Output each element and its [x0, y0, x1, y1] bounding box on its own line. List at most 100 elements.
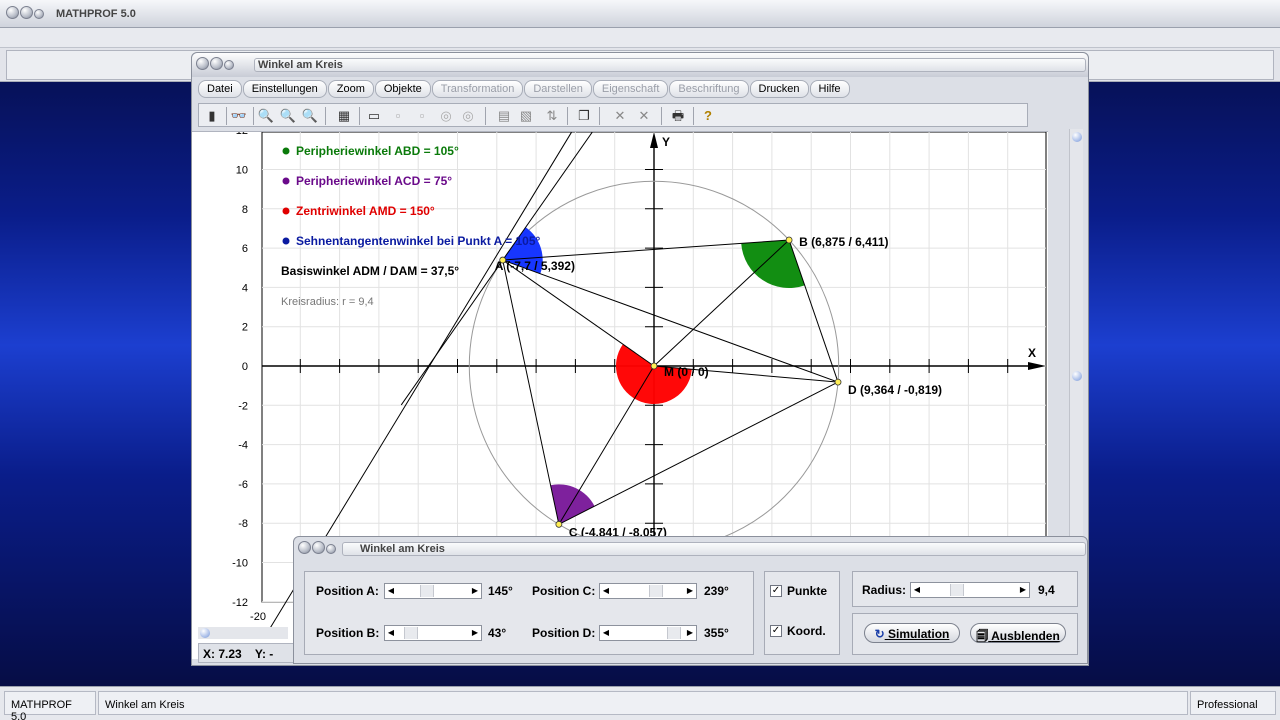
posD-label: Position D:	[532, 626, 596, 640]
image-icon[interactable]: ▧	[517, 107, 535, 125]
glasses-icon[interactable]: 👓	[230, 107, 248, 125]
zoom-in-icon[interactable]: 🔍	[301, 107, 319, 125]
y-ticklabel: 8	[242, 204, 248, 216]
legend-entry: Zentriwinkel AMD = 150°	[296, 204, 435, 218]
point-label-a: A (-7,7 / 5,392)	[495, 259, 575, 273]
app-menuband	[0, 28, 1280, 48]
y-ticklabel: 10	[236, 165, 248, 177]
simulation-label: Simulation	[888, 627, 950, 641]
slider-left-arrow-icon[interactable]: ◀	[600, 584, 612, 598]
menu-item-hilfe[interactable]: Hilfe	[809, 80, 850, 98]
y-ticklabel: 2	[242, 322, 248, 334]
menu-item-objekte[interactable]: Objekte	[374, 80, 431, 98]
slider-right-arrow-icon[interactable]: ▶	[1017, 583, 1029, 597]
posC-slider[interactable]: ◀ ▶	[599, 583, 697, 599]
simulation-button[interactable]: ↻ Simulation	[864, 623, 960, 643]
cross1-icon[interactable]: ✕	[611, 107, 629, 125]
maximize-orb-icon[interactable]	[326, 544, 336, 554]
punkte-label: Punkte	[787, 584, 828, 598]
menu-item-einstellungen[interactable]: Einstellungen	[242, 80, 327, 98]
dialog-controls[interactable]	[298, 541, 337, 557]
close-orb-icon[interactable]	[196, 57, 209, 70]
posD-value: 355°	[704, 626, 729, 640]
zoom-reset-icon[interactable]: 🔍	[279, 107, 297, 125]
vertical-scrollbar[interactable]	[1069, 129, 1083, 589]
y-ticklabel: -10	[232, 558, 248, 570]
y-ticklabel: -8	[238, 518, 248, 530]
hscroll-orb[interactable]	[200, 628, 210, 638]
slider-right-arrow-icon[interactable]: ▶	[469, 584, 481, 598]
scroll-thumb[interactable]	[1072, 371, 1082, 381]
slider-right-arrow-icon[interactable]: ▶	[684, 626, 696, 640]
posA-label: Position A:	[316, 584, 379, 598]
menu-item-datei[interactable]: Datei	[198, 80, 242, 98]
status-app: MATHPROF 5.0	[4, 691, 96, 720]
posA-slider[interactable]: ◀ ▶	[384, 583, 482, 599]
slider-left-arrow-icon[interactable]: ◀	[600, 626, 612, 640]
radius-value: 9,4	[1038, 583, 1055, 597]
menu-item-eigenschaft[interactable]: Eigenschaft	[592, 80, 669, 98]
window-titlebar[interactable]: Winkel am Kreis	[192, 53, 1088, 77]
posD-slider[interactable]: ◀ ▶	[599, 625, 697, 641]
print-icon[interactable]: 🖶	[669, 107, 687, 125]
target2-icon[interactable]: ◎	[459, 107, 477, 125]
window-icon[interactable]: ▭	[365, 107, 383, 125]
menu-item-zoom[interactable]: Zoom	[327, 80, 374, 98]
slider-thumb[interactable]	[419, 585, 434, 597]
slider-left-arrow-icon[interactable]: ◀	[385, 584, 397, 598]
minimize-orb-icon[interactable]	[210, 57, 223, 70]
legend-entry: Peripheriewinkel ABD = 105°	[296, 144, 459, 158]
slider-thumb[interactable]	[950, 584, 965, 596]
copy-icon[interactable]: ❐	[575, 107, 593, 125]
close-orb-icon[interactable]	[298, 541, 311, 554]
y-ticklabel: -12	[232, 597, 248, 609]
posB-slider[interactable]: ◀ ▶	[384, 625, 482, 641]
legend-entry: Peripheriewinkel ACD = 75°	[296, 174, 452, 188]
app-titlebar: MATHPROF 5.0	[0, 0, 1280, 28]
dialog-title: Winkel am Kreis	[360, 543, 445, 555]
cross2-icon[interactable]: ✕	[635, 107, 653, 125]
slider-thumb[interactable]	[667, 627, 682, 639]
device-icon[interactable]: ▮	[203, 107, 221, 125]
y-ticklabel: 0	[242, 361, 248, 373]
refresh-icon: ↻	[874, 627, 885, 641]
point-label-d: D (9,364 / -0,819)	[848, 383, 942, 397]
menu-item-transformation[interactable]: Transformation	[431, 80, 524, 98]
radius-slider[interactable]: ◀ ▶	[910, 582, 1030, 598]
ausblenden-button[interactable]: 🗐 Ausblenden	[970, 623, 1066, 643]
legend-marker	[282, 207, 290, 215]
minimize-orb-icon[interactable]	[20, 6, 33, 19]
close-orb-icon[interactable]	[6, 6, 19, 19]
maximize-orb-icon[interactable]	[224, 60, 234, 70]
slider-right-arrow-icon[interactable]: ▶	[684, 584, 696, 598]
horizontal-scrollbar[interactable]	[198, 627, 288, 639]
minimize-orb-icon[interactable]	[312, 541, 325, 554]
status-bar: MATHPROF 5.0 Winkel am Kreis Professiona…	[0, 686, 1280, 720]
coord-y: Y: -	[254, 647, 274, 661]
point-label-m: M (0 / 0)	[664, 365, 709, 379]
slider-left-arrow-icon[interactable]: ◀	[911, 583, 923, 597]
sort-icon[interactable]: ⇅	[543, 107, 561, 125]
window-controls[interactable]	[6, 6, 45, 22]
menu-item-darstellen[interactable]: Darstellen	[524, 80, 592, 98]
help-icon[interactable]: ?	[699, 107, 717, 125]
y-ticklabel: 4	[242, 282, 248, 294]
matrix-icon[interactable]: ▫	[413, 107, 431, 125]
properties-icon[interactable]: ▦	[335, 107, 353, 125]
menu-item-beschriftung[interactable]: Beschriftung	[669, 80, 749, 98]
punkte-checkbox[interactable]: ✓	[770, 585, 782, 597]
target1-icon[interactable]: ◎	[437, 107, 455, 125]
graph-icon[interactable]: ▫	[389, 107, 407, 125]
slider-right-arrow-icon[interactable]: ▶	[469, 626, 481, 640]
slider-left-arrow-icon[interactable]: ◀	[385, 626, 397, 640]
menu-item-drucken[interactable]: Drucken	[749, 80, 809, 98]
slider-thumb[interactable]	[649, 585, 664, 597]
table-icon[interactable]: ▤	[495, 107, 513, 125]
y-axis-label: Y	[662, 135, 670, 149]
window-controls[interactable]	[196, 57, 235, 73]
zoom-out-icon[interactable]: 🔍	[257, 107, 275, 125]
slider-thumb[interactable]	[403, 627, 418, 639]
maximize-orb-icon[interactable]	[34, 9, 44, 19]
koord-checkbox[interactable]: ✓	[770, 625, 782, 637]
scroll-up-orb[interactable]	[1072, 132, 1082, 142]
